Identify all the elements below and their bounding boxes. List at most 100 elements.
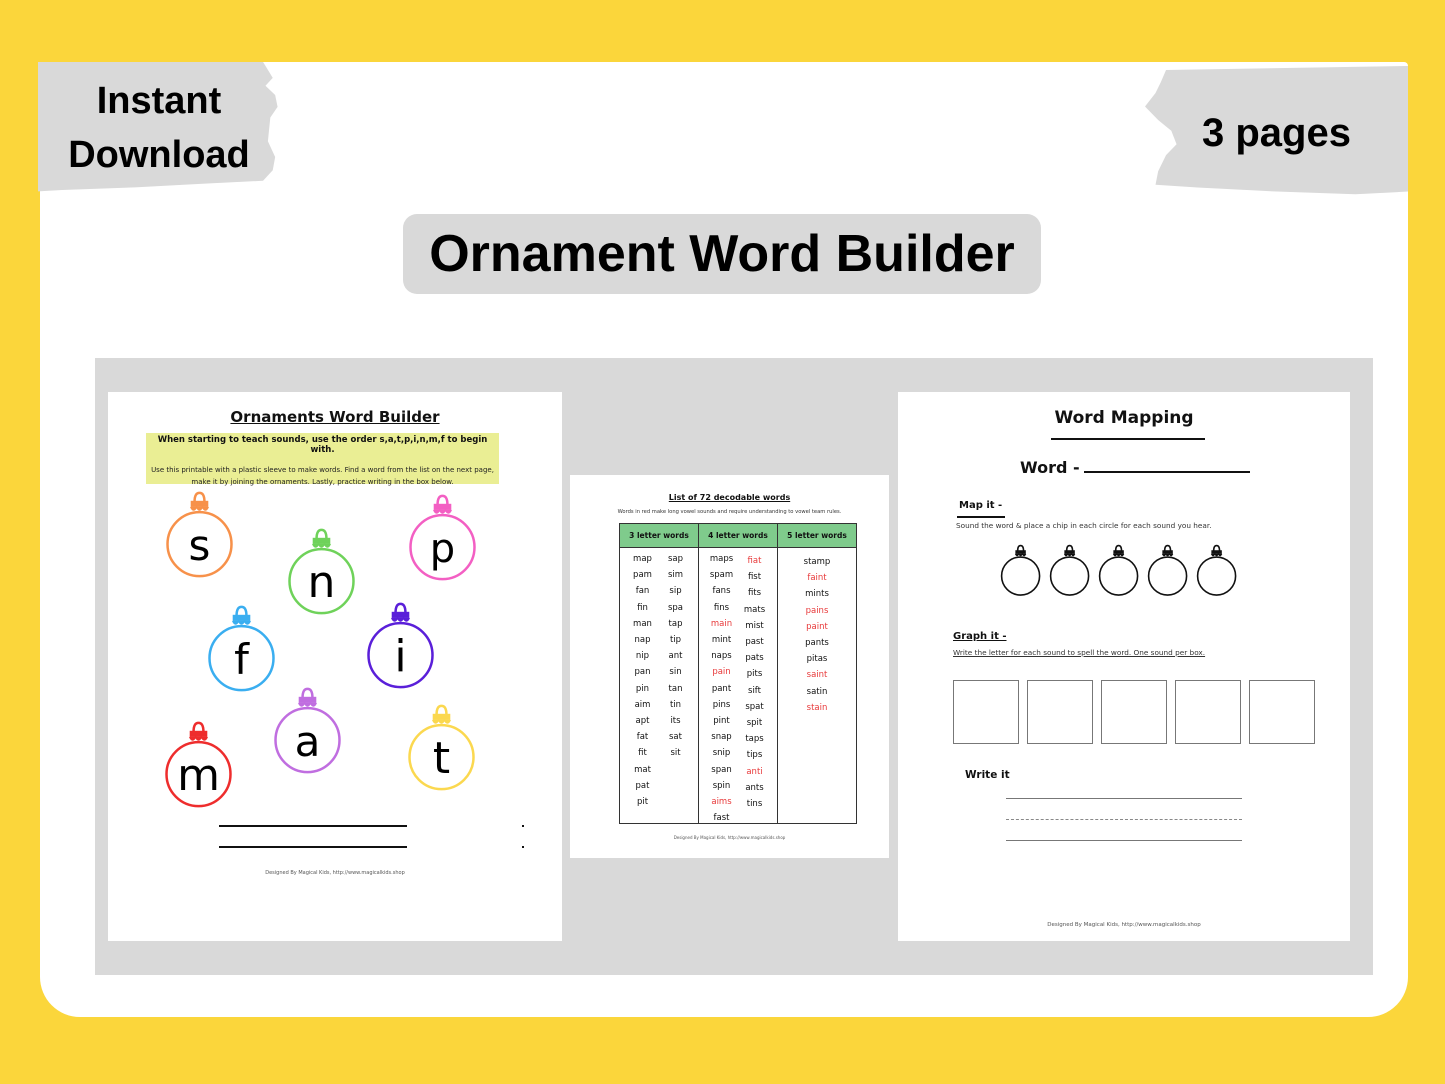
ornament-outline-icon bbox=[1049, 544, 1090, 596]
page-ornaments-word-builder: Ornaments Word Builder When starting to … bbox=[108, 392, 562, 941]
word-item: fat bbox=[636, 732, 649, 743]
ornament-m: m bbox=[164, 721, 233, 813]
ornament-f: f bbox=[207, 605, 276, 697]
word-item: tap bbox=[668, 618, 683, 629]
word-item: map bbox=[633, 554, 652, 564]
word-item: fist bbox=[747, 572, 762, 583]
line-end-dot bbox=[522, 846, 524, 848]
word-subcolumn: maps spam fans fins main mint naps pain pant pins… bbox=[705, 551, 738, 824]
line-end-dot bbox=[522, 825, 524, 827]
ornament-letter: a bbox=[294, 716, 321, 766]
ornament-outline-icon bbox=[1000, 544, 1041, 596]
write-line-middle bbox=[1006, 819, 1242, 820]
word-item: faint bbox=[807, 573, 827, 584]
word-item: spit bbox=[746, 718, 763, 729]
word-item: tin bbox=[669, 699, 682, 710]
word-item: pan bbox=[634, 667, 651, 678]
word-item: sap bbox=[667, 554, 684, 564]
word-item: sift bbox=[748, 685, 761, 696]
word-item: satin bbox=[806, 686, 828, 697]
write-line-top bbox=[1006, 798, 1242, 799]
ornament-i: i bbox=[366, 602, 435, 694]
word-column-3-letter: map pam fan fin man nap nip pan pin aim apt fat fit m… bbox=[620, 548, 699, 824]
page-word-mapping: Word Mapping Word - Map it - Sound the w… bbox=[898, 392, 1350, 941]
page-count-text: 3 pages bbox=[1202, 111, 1351, 155]
word-item: ants bbox=[745, 782, 764, 793]
word-item: tip bbox=[669, 635, 682, 646]
graph-it-instructions: Write the letter for each sound to spell… bbox=[953, 648, 1206, 657]
word-item: fit bbox=[638, 748, 647, 759]
word-item: saint bbox=[806, 670, 828, 681]
word-item: its bbox=[670, 716, 681, 727]
page1-footer: Designed By Magical Kids, http://www.mag… bbox=[265, 870, 405, 876]
ornament-letter: f bbox=[234, 634, 249, 684]
word-subcolumn: map pam fan fin man nap nip pan pin aim apt fat fit m… bbox=[626, 551, 659, 824]
word-item: pit bbox=[636, 797, 649, 808]
word-item: pitas bbox=[806, 654, 828, 665]
ornament-s: s bbox=[165, 491, 234, 583]
writing-line bbox=[219, 825, 407, 827]
writing-line bbox=[219, 846, 407, 848]
word-item: taps bbox=[745, 734, 764, 745]
page2-footer: Designed By Magical Kids, http://www.mag… bbox=[673, 835, 786, 840]
word-item: mat bbox=[634, 764, 651, 775]
word-item: sit bbox=[670, 748, 681, 759]
word-item: pain bbox=[712, 667, 731, 678]
word-item: pants bbox=[805, 638, 829, 649]
word-subcolumn: stamp faint mints pains paint pants pitas saint… bbox=[787, 551, 847, 824]
word-item: fast bbox=[713, 813, 730, 824]
word-item: past bbox=[745, 637, 764, 648]
page3-footer: Designed By Magical Kids, http://www.mag… bbox=[1047, 922, 1201, 928]
page3-title: Word Mapping bbox=[1054, 408, 1194, 428]
ornament-letter: s bbox=[188, 520, 211, 570]
word-item: fins bbox=[713, 602, 730, 613]
map-it-underline bbox=[957, 516, 1005, 518]
word-table-header: 3 letter words 4 letter words 5 letter w… bbox=[620, 524, 856, 548]
word-item: stain bbox=[806, 702, 828, 713]
map-circle bbox=[1049, 544, 1090, 601]
word-item: snip bbox=[712, 748, 731, 759]
word-item: fan bbox=[635, 586, 650, 597]
ornament-letter: t bbox=[432, 732, 451, 784]
ornament-t: t bbox=[407, 704, 476, 796]
word-label: Word - bbox=[1020, 458, 1080, 477]
word-item: sip bbox=[669, 586, 682, 597]
word-item: main bbox=[710, 618, 733, 629]
word-item: tips bbox=[746, 750, 763, 761]
word-item: mist bbox=[745, 620, 764, 631]
graph-box bbox=[1027, 680, 1093, 744]
word-item: paint bbox=[806, 621, 828, 632]
ornament-letter: i bbox=[394, 630, 407, 682]
word-item: pins bbox=[712, 699, 731, 710]
word-table: 3 letter words 4 letter words 5 letter w… bbox=[619, 523, 857, 824]
ornament-letter: p bbox=[429, 525, 456, 572]
word-item: aims bbox=[711, 797, 732, 808]
page2-subtitle: Words in red make long vowel sounds and … bbox=[617, 509, 842, 515]
product-title-text: Ornament Word Builder bbox=[429, 225, 1015, 283]
instant-download-badge: Instant Download bbox=[38, 62, 278, 192]
page-count-badge: 3 pages bbox=[1145, 66, 1408, 195]
word-item: maps bbox=[709, 554, 734, 564]
page1-title: Ornaments Word Builder bbox=[230, 408, 440, 426]
graph-it-label: Graph it - bbox=[953, 631, 1007, 642]
word-item: span bbox=[711, 764, 732, 775]
map-it-label: Map it - bbox=[959, 500, 1003, 511]
badge-line-2: Download bbox=[68, 134, 250, 176]
badge-line-1: Instant bbox=[96, 80, 222, 122]
word-item: nip bbox=[635, 651, 650, 662]
graph-box bbox=[1101, 680, 1167, 744]
word-item: pats bbox=[745, 653, 764, 664]
ornament-n: n bbox=[287, 528, 356, 620]
word-item: pin bbox=[635, 683, 650, 694]
word-item: pat bbox=[635, 780, 650, 791]
instruction-note: When starting to teach sounds, use the o… bbox=[146, 433, 499, 486]
title-underline bbox=[1051, 438, 1205, 440]
word-item: fiat bbox=[747, 556, 762, 566]
ornament-a: a bbox=[273, 687, 342, 779]
map-circle bbox=[1000, 544, 1041, 601]
product-title: Ornament Word Builder bbox=[403, 214, 1041, 294]
word-item: pits bbox=[746, 669, 763, 680]
header-5-letter: 5 letter words bbox=[787, 531, 847, 540]
word-item: mint bbox=[711, 635, 732, 646]
map-circle bbox=[1098, 544, 1139, 601]
